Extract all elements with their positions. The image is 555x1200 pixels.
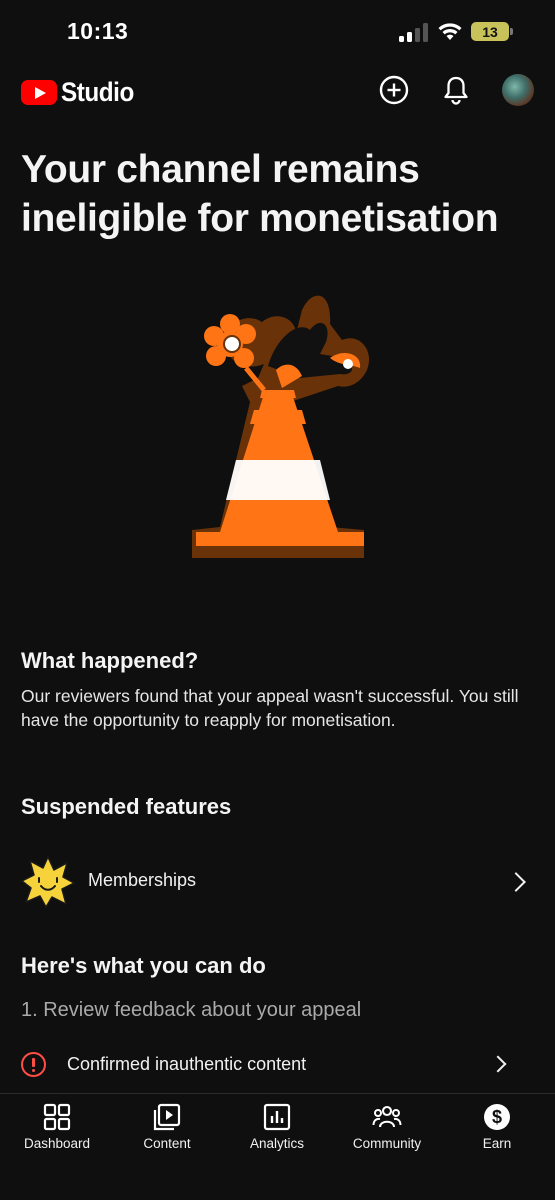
earn-icon: $ bbox=[484, 1104, 510, 1130]
nav-label: Dashboard bbox=[23, 1136, 91, 1151]
battery-cap bbox=[510, 28, 513, 35]
nav-item-analytics[interactable]: Analytics bbox=[227, 1102, 327, 1162]
create-icon bbox=[379, 75, 409, 105]
status-bar: 10:13 13 bbox=[0, 0, 555, 64]
suspended-features-heading: Suspended features bbox=[21, 794, 232, 819]
nav-item-community[interactable]: Community bbox=[337, 1102, 437, 1162]
star-badge-icon bbox=[21, 856, 75, 908]
nav-item-content[interactable]: Content bbox=[117, 1102, 217, 1162]
issue-row-inauthentic-content[interactable]: Confirmed inauthentic content bbox=[21, 1047, 536, 1081]
wifi-icon bbox=[438, 23, 462, 40]
what-you-can-do-heading: Here's what you can do bbox=[21, 953, 266, 978]
notifications-button[interactable] bbox=[440, 74, 472, 106]
chevron-right-icon bbox=[489, 1055, 507, 1073]
bottom-nav: Dashboard Content Analytics Community $ … bbox=[0, 1093, 555, 1200]
cellular-signal-icon bbox=[399, 22, 429, 42]
app-header: Studio bbox=[0, 68, 555, 112]
nav-item-earn[interactable]: $ Earn bbox=[447, 1102, 547, 1162]
status-time: 10:13 bbox=[67, 18, 129, 44]
nav-label: Earn bbox=[482, 1136, 512, 1151]
alert-circle-icon bbox=[21, 1052, 46, 1077]
traffic-cone-illustration bbox=[192, 295, 370, 558]
bell-icon bbox=[444, 76, 468, 105]
page-title: Your channel remains ineligible for mone… bbox=[21, 148, 499, 240]
feature-label: Memberships bbox=[88, 870, 197, 890]
studio-logo[interactable]: Studio bbox=[21, 77, 142, 108]
analytics-icon bbox=[263, 1103, 291, 1131]
battery-level: 13 bbox=[482, 23, 498, 40]
content-icon bbox=[153, 1103, 181, 1131]
youtube-play-icon bbox=[21, 80, 57, 105]
nav-label: Community bbox=[352, 1136, 422, 1151]
account-avatar[interactable] bbox=[502, 74, 534, 106]
nav-label: Analytics bbox=[249, 1136, 305, 1151]
logo-text: Studio bbox=[61, 77, 134, 107]
create-button[interactable] bbox=[378, 74, 410, 106]
chevron-right-icon bbox=[506, 872, 526, 892]
what-happened-heading: What happened? bbox=[21, 648, 199, 673]
issue-label: Confirmed inauthentic content bbox=[67, 1054, 307, 1074]
dashboard-icon bbox=[43, 1103, 71, 1131]
feature-row-memberships[interactable]: Memberships bbox=[21, 852, 536, 910]
svg-text:$: $ bbox=[492, 1107, 502, 1127]
step-review-feedback: 1. Review feedback about your appeal bbox=[21, 999, 362, 1021]
battery-icon: 13 bbox=[471, 22, 509, 41]
nav-item-dashboard[interactable]: Dashboard bbox=[7, 1102, 107, 1162]
nav-label: Content bbox=[143, 1136, 191, 1151]
what-happened-body: Our reviewers found that your appeal was… bbox=[21, 686, 519, 730]
community-icon bbox=[372, 1105, 402, 1128]
